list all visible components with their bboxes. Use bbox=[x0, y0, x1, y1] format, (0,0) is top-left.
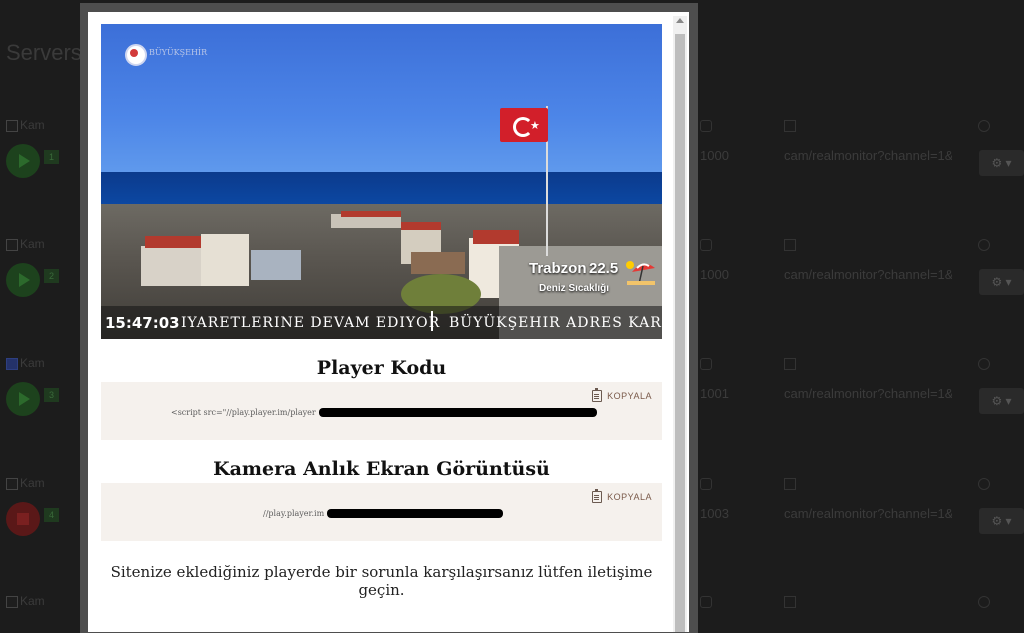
gear-dropdown-button[interactable]: ⚙ ▾ bbox=[979, 150, 1024, 176]
row-label: Kam bbox=[20, 356, 45, 370]
umbrella-icon bbox=[626, 261, 655, 285]
clipboard-icon bbox=[592, 388, 603, 402]
player-code-text[interactable]: <script src="//play.player.im/player bbox=[171, 408, 316, 417]
ticker-text: BÜYÜKŞEHIR ADRES KAR bbox=[449, 315, 662, 331]
redaction-bar bbox=[327, 509, 503, 518]
support-message: Sitenize eklediğiniz playerde bir sorunl… bbox=[110, 563, 653, 599]
port-icon bbox=[700, 358, 712, 370]
logo-dot bbox=[130, 49, 138, 57]
roof bbox=[341, 211, 401, 217]
port-icon bbox=[700, 478, 712, 490]
roof bbox=[473, 230, 519, 244]
camera-video[interactable]: ★ BÜYÜKŞEHİR Trabzon 22.5 Deniz Sıcaklığ… bbox=[101, 24, 662, 339]
scrollbar-thumb[interactable] bbox=[675, 34, 685, 632]
ticker-text: IYARETLERINE DEVAM EDIYOR bbox=[181, 315, 441, 331]
copy-snapshot-button[interactable]: KOPYALA bbox=[592, 489, 652, 503]
row-badge: 3 bbox=[44, 388, 59, 402]
copy-player-code-button[interactable]: KOPYALA bbox=[592, 388, 652, 402]
logo-text: BÜYÜKŞEHİR bbox=[149, 48, 208, 57]
row-path: cam/realmonitor?channel=1& bbox=[784, 267, 952, 282]
clock-time: 15:47:03 bbox=[105, 314, 180, 332]
link-icon bbox=[978, 239, 990, 251]
ticker-separator bbox=[431, 311, 433, 331]
weather-label: Deniz Sıcaklığı bbox=[539, 283, 610, 294]
gear-dropdown-button[interactable]: ⚙ ▾ bbox=[979, 508, 1024, 534]
row-checkbox[interactable] bbox=[6, 478, 18, 490]
row-port: 1001 bbox=[700, 386, 729, 401]
play-button[interactable] bbox=[6, 144, 40, 178]
building bbox=[251, 250, 301, 280]
path-icon bbox=[784, 478, 796, 490]
row-checkbox[interactable] bbox=[6, 596, 18, 608]
row-label: Kam bbox=[20, 237, 45, 251]
port-icon bbox=[700, 596, 712, 608]
gear-dropdown-button[interactable]: ⚙ ▾ bbox=[979, 269, 1024, 295]
stop-button[interactable] bbox=[6, 502, 40, 536]
row-path: cam/realmonitor?channel=1& bbox=[784, 386, 952, 401]
snapshot-title: Kamera Anlık Ekran Görüntüsü bbox=[213, 458, 550, 480]
redaction-bar bbox=[319, 408, 597, 417]
row-label: Kam bbox=[20, 476, 45, 490]
weather-city: Trabzon bbox=[529, 260, 587, 277]
row-port: 1000 bbox=[700, 148, 729, 163]
star-icon: ★ bbox=[530, 120, 540, 132]
player-code-box: KOPYALA <script src="//play.player.im/pl… bbox=[101, 382, 662, 440]
roof bbox=[401, 222, 441, 230]
row-checkbox[interactable] bbox=[6, 120, 18, 132]
roof bbox=[145, 236, 201, 248]
path-icon bbox=[784, 596, 796, 608]
page-title: Servers bbox=[6, 40, 82, 65]
path-icon bbox=[784, 120, 796, 132]
row-path: cam/realmonitor?channel=1& bbox=[784, 148, 952, 163]
copy-label: KOPYALA bbox=[607, 492, 652, 502]
row-port: 1003 bbox=[700, 506, 729, 521]
path-icon bbox=[784, 239, 796, 251]
port-icon bbox=[700, 120, 712, 132]
play-button[interactable] bbox=[6, 263, 40, 297]
row-label: Kam bbox=[20, 594, 45, 608]
row-checkbox[interactable] bbox=[6, 239, 18, 251]
snapshot-code-text[interactable]: //play.player.im bbox=[263, 509, 324, 518]
modal-scrollbar[interactable] bbox=[673, 16, 687, 632]
link-icon bbox=[978, 358, 990, 370]
row-badge: 4 bbox=[44, 508, 59, 522]
port-icon bbox=[700, 239, 712, 251]
sun-icon bbox=[626, 261, 634, 269]
row-badge: 2 bbox=[44, 269, 59, 283]
link-icon bbox=[978, 120, 990, 132]
building bbox=[141, 246, 201, 286]
link-icon bbox=[978, 596, 990, 608]
player-modal: ★ BÜYÜKŞEHİR Trabzon 22.5 Deniz Sıcaklığ… bbox=[88, 12, 689, 632]
modal-content: ★ BÜYÜKŞEHİR Trabzon 22.5 Deniz Sıcaklığ… bbox=[101, 24, 662, 599]
building bbox=[411, 252, 465, 274]
scroll-up-arrow-icon[interactable] bbox=[676, 18, 684, 23]
gear-dropdown-button[interactable]: ⚙ ▾ bbox=[979, 388, 1024, 414]
row-port: 1000 bbox=[700, 267, 729, 282]
player-code-title: Player Kodu bbox=[316, 357, 447, 379]
path-icon bbox=[784, 358, 796, 370]
copy-label: KOPYALA bbox=[607, 391, 652, 401]
snapshot-code-box: KOPYALA //play.player.im bbox=[101, 483, 662, 541]
link-icon bbox=[978, 478, 990, 490]
weather-temp: 22.5 bbox=[589, 260, 619, 277]
row-checkbox[interactable] bbox=[6, 358, 18, 370]
row-path: cam/realmonitor?channel=1& bbox=[784, 506, 952, 521]
building bbox=[201, 234, 249, 286]
row-badge: 1 bbox=[44, 150, 59, 164]
clipboard-icon bbox=[592, 489, 603, 503]
row-label: Kam bbox=[20, 118, 45, 132]
play-button[interactable] bbox=[6, 382, 40, 416]
